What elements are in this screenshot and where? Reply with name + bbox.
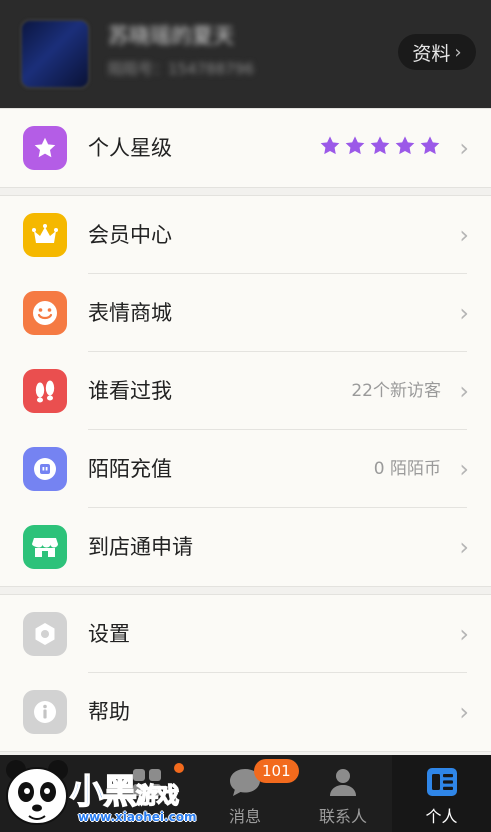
rating-star-icon [370,136,390,155]
tab-messages[interactable]: 消息 101 [196,755,299,832]
chevron-right-icon: › [459,377,469,405]
row-label: 设置 [88,622,130,646]
avatar[interactable] [20,19,90,89]
menu-row-recharge[interactable]: 陌陌充值 0 陌陌币 › [0,430,491,508]
row-label: 谁看过我 [88,379,172,403]
new-visitors-count: 22个新访客 [351,381,441,401]
chevron-right-icon: › [454,41,462,63]
tab-contacts[interactable]: 联系人 [294,755,392,832]
smiley-icon [23,291,67,335]
chevron-right-icon: › [459,533,469,561]
row-label: 表情商城 [88,301,172,325]
menu-row-vip-center[interactable]: 会员中心 › [0,196,491,274]
settings-section: 设置 › 帮助 › [0,594,491,752]
row-label: 陌陌充值 [88,457,172,481]
contacts-icon [325,765,361,799]
chevron-right-icon: › [459,221,469,249]
menu-row-star-level[interactable]: 个人星级 › [0,109,491,187]
star-icon [23,126,67,170]
watermark-logo: 小黑游戏 www.xiaohei.com [0,752,200,832]
profile-header: 苏晓瑶的夏天 陌陌号：154788796 资料 › [0,0,491,108]
profile-button-label: 资料 [412,42,451,65]
chevron-right-icon: › [459,299,469,327]
menu-row-settings[interactable]: 设置 › [0,595,491,673]
profile-details-button[interactable]: 资料 › [398,34,476,70]
username: 苏晓瑶的夏天 [108,24,234,48]
momo-id: 陌陌号：154788796 [108,60,254,78]
bottom-tab-bar: 消息 101 联系人 个人 小黑游戏 www.xiaohei.com [0,755,491,832]
rating-star-icon [320,136,340,155]
settings-icon [23,612,67,656]
chevron-right-icon: › [459,620,469,648]
momo-coin-balance: 0 陌陌币 [373,459,441,479]
star-level-section: 个人星级 › [0,108,491,188]
rating-star-icon [345,136,365,155]
tab-label: 个人 [425,807,458,826]
menu-row-help[interactable]: 帮助 › [0,673,491,751]
row-label: 到店通申请 [88,535,193,559]
tab-label: 消息 [228,807,261,826]
menu-row-store-apply[interactable]: 到店通申请 › [0,508,491,586]
star-rating [319,135,441,157]
profile-icon [424,765,460,799]
watermark-title-small: 游戏 [135,783,180,810]
rating-star-icon [395,136,415,155]
chevron-right-icon: › [459,134,469,162]
footprint-icon [23,369,67,413]
coin-icon [23,447,67,491]
watermark-url: www.xiaohei.com [78,810,197,824]
watermark-title-main: 小黑 [69,771,138,813]
panda-icon [6,760,68,825]
services-section: 会员中心 › 表情商城 › 谁看过我 22个新访客 › 陌陌充值 0 陌陌币 ›… [0,195,491,587]
row-label: 会员中心 [88,223,172,247]
info-icon [23,690,67,734]
tab-label: 联系人 [318,807,367,826]
crown-icon [23,213,67,257]
rating-star-icon [420,136,440,155]
menu-row-visitors[interactable]: 谁看过我 22个新访客 › [0,352,491,430]
chevron-right-icon: › [459,455,469,483]
row-label: 帮助 [88,700,130,724]
unread-badge: 101 [254,759,299,783]
watermark-title: 小黑游戏 [69,764,180,813]
store-icon [23,525,67,569]
chevron-right-icon: › [459,698,469,726]
menu-row-emoticon-store[interactable]: 表情商城 › [0,274,491,352]
tab-profile[interactable]: 个人 [392,755,491,832]
row-label: 个人星级 [88,136,172,160]
